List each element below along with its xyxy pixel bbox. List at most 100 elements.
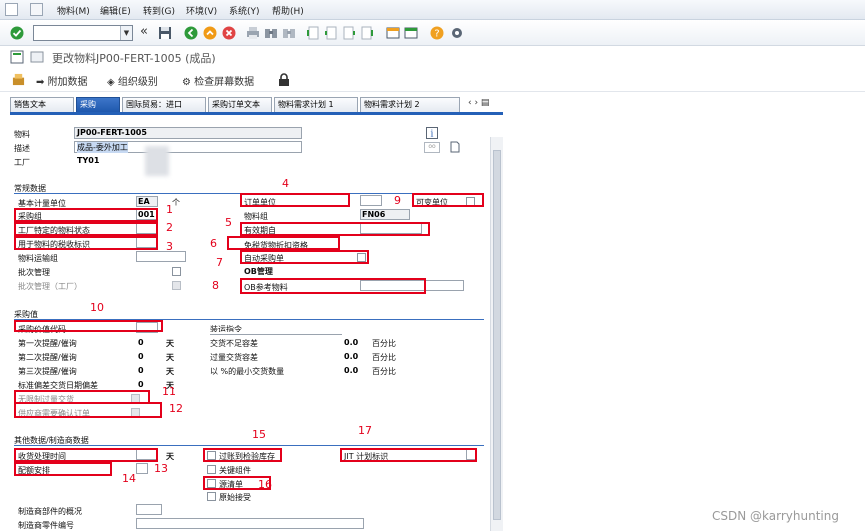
scrollbar-thumb[interactable]: [493, 150, 501, 520]
orig-accept-label: 原始接受: [219, 493, 251, 502]
highlight-box-order-unit: [240, 193, 350, 207]
order-unit-input[interactable]: [360, 195, 382, 206]
cancel-icon[interactable]: [222, 26, 236, 40]
tab-mrp2[interactable]: 物料需求计划 2: [360, 97, 460, 112]
annotation-number: 14: [122, 472, 136, 485]
next-page-icon[interactable]: [342, 26, 356, 40]
command-field[interactable]: ▼: [33, 25, 133, 41]
check-screen-data-label: 检查屏幕数据: [194, 77, 255, 88]
menu-material[interactable]: 物料(M): [57, 4, 90, 17]
menu-goto[interactable]: 转到(G): [143, 4, 175, 17]
title-bar: 更改物料JP00-FERT-1005 (成品): [0, 46, 865, 68]
new-session-icon[interactable]: [386, 26, 400, 40]
underdel-value[interactable]: 0.0: [344, 338, 358, 347]
last-page-icon[interactable]: [360, 26, 374, 40]
lock-icon[interactable]: [278, 73, 290, 87]
back-icon[interactable]: [184, 26, 198, 40]
help-icon[interactable]: ?: [430, 26, 444, 40]
vertical-scrollbar[interactable]: [490, 137, 503, 531]
document-icon[interactable]: [449, 141, 461, 153]
highlight-box-tax-ind: [14, 236, 158, 250]
display-change-icon[interactable]: [10, 50, 24, 64]
first-page-icon[interactable]: [306, 26, 320, 40]
check-screen-data-button[interactable]: ⚙ 检查屏幕数据: [182, 73, 254, 88]
annotation-number: 4: [282, 177, 289, 190]
additional-data-label: 附加数据: [47, 77, 88, 88]
menu-system[interactable]: 系统(Y): [229, 4, 260, 17]
info-icon[interactable]: i: [426, 127, 438, 139]
exit-icon[interactable]: [203, 26, 217, 40]
double-left-icon[interactable]: «: [140, 25, 154, 40]
views-icon[interactable]: [12, 73, 25, 86]
overdel-label: 过量交货容差: [210, 353, 258, 362]
gear-icon[interactable]: [450, 26, 464, 40]
percent-unit: 百分比: [372, 353, 396, 362]
tab-label: 销售文本: [14, 100, 46, 109]
material-label: 物料: [14, 130, 30, 139]
highlight-box-auto-po: [240, 250, 369, 264]
days-unit: 天: [166, 367, 174, 376]
highlight-box-quota: [14, 462, 112, 476]
annotation-number: 1: [166, 203, 173, 216]
glasses-icon[interactable]: oo: [424, 142, 440, 153]
annotation-number: 3: [166, 240, 173, 253]
critical-part-checkbox[interactable]: [207, 465, 216, 474]
std-dev-value[interactable]: 0: [138, 380, 144, 389]
quota-input[interactable]: [136, 463, 148, 474]
org-levels-button[interactable]: ◈ 组织级别: [107, 73, 158, 88]
other-material-icon[interactable]: [30, 50, 44, 64]
min-qty-value[interactable]: 0.0: [344, 366, 358, 375]
shipping-instr-input[interactable]: [210, 332, 342, 335]
mat-group-label: 物料组: [244, 212, 268, 221]
menu-environment[interactable]: 环境(V): [186, 4, 217, 17]
find-next-icon[interactable]: [282, 26, 296, 40]
critical-part-label: 关键组件: [219, 466, 251, 475]
tab-nav-arrows[interactable]: ‹ › ▤: [468, 98, 489, 108]
reminder1-value[interactable]: 0: [138, 338, 144, 347]
desc-value: 成品-委外加工: [77, 142, 128, 153]
tab-sales-text[interactable]: 销售文本: [10, 97, 74, 112]
blurred-area: [145, 146, 169, 176]
mfr-part-profile-input[interactable]: [136, 504, 162, 515]
days-unit: 天: [166, 353, 174, 362]
batch-mgmt-checkbox[interactable]: [172, 267, 181, 276]
tab-foreign-trade-import[interactable]: 国际贸易：进口: [122, 97, 206, 112]
reminder2-value[interactable]: 0: [138, 352, 144, 361]
enter-icon[interactable]: [10, 26, 24, 40]
window-menu-icon[interactable]: [5, 3, 18, 16]
menu-edit[interactable]: 编辑(E): [100, 4, 131, 17]
sap-menu-icon[interactable]: [30, 3, 43, 16]
base-uom-value: EA: [138, 197, 150, 206]
highlight-box-valid-from: [240, 222, 430, 236]
highlight-box-value-key: [14, 320, 163, 332]
chevron-down-icon[interactable]: ▼: [120, 26, 132, 40]
standard-toolbar: ▼ « ?: [0, 20, 865, 46]
tab-po-text[interactable]: 采购订单文本: [208, 97, 272, 112]
percent-unit: 百分比: [372, 367, 396, 376]
tab-mrp1[interactable]: 物料需求计划 1: [274, 97, 358, 112]
reminder3-value[interactable]: 0: [138, 366, 144, 375]
mfr-part-no-input[interactable]: [136, 518, 364, 529]
transport-group-input[interactable]: [136, 251, 186, 262]
tab-purchasing[interactable]: 采购: [76, 97, 120, 112]
additional-data-button[interactable]: ➡ 附加数据: [36, 73, 88, 88]
days-unit: 天: [166, 452, 174, 461]
plant-label: 工厂: [14, 158, 30, 167]
desc-label: 描述: [14, 144, 30, 153]
batch-mgmt-label: 批次管理: [18, 268, 50, 277]
find-icon[interactable]: [264, 26, 278, 40]
annotation-number: 11: [162, 385, 176, 398]
overdel-value[interactable]: 0.0: [344, 352, 358, 361]
print-icon[interactable]: [246, 26, 260, 40]
orig-accept-checkbox[interactable]: [207, 492, 216, 501]
reminder1-label: 第一次提醒/催询: [18, 339, 77, 348]
menu-help[interactable]: 帮助(H): [272, 4, 304, 17]
reminder3-label: 第三次提醒/催询: [18, 367, 77, 376]
watermark: CSDN @karryhunting: [712, 509, 839, 523]
annotation-number: 8: [212, 279, 219, 292]
shortcut-icon[interactable]: [404, 26, 418, 40]
highlight-box-plant-status: [14, 222, 158, 236]
prev-page-icon[interactable]: [324, 26, 338, 40]
save-icon[interactable]: [158, 26, 172, 40]
org-levels-label: 组织级别: [117, 77, 158, 88]
